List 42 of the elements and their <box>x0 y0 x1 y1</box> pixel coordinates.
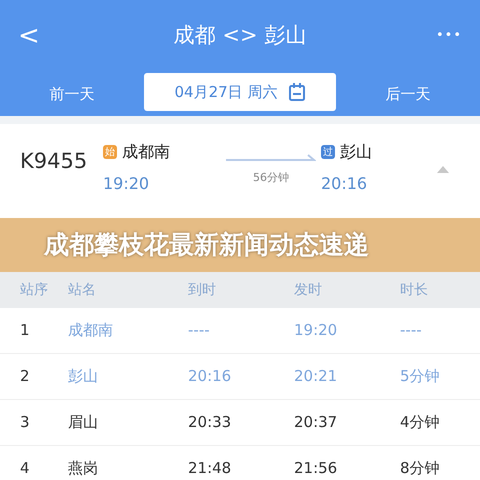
banner-text: 成都攀枝花最新新闻动态速递 <box>44 229 369 262</box>
table-cell-text: 眉山 <box>68 412 99 434</box>
table-cell-text: ---- <box>188 320 211 342</box>
start-badge: 始 <box>103 145 117 159</box>
back-button[interactable]: < <box>18 16 58 56</box>
table-cell-text: 20:37 <box>294 412 338 434</box>
next-day-button[interactable]: 后一天 <box>336 82 480 106</box>
table-cell-text: 5分钟 <box>400 366 441 388</box>
date-picker[interactable]: 04月27日 周六 <box>144 73 336 111</box>
departure-station: 成都南 <box>122 141 170 163</box>
table-cell-text: 成都南 <box>68 320 114 342</box>
column-header: 站序 <box>19 280 49 300</box>
table-cell-text: 4分钟 <box>400 412 441 434</box>
column-header: 时长 <box>400 280 429 300</box>
table-cell-text: 8分钟 <box>400 458 441 480</box>
train-number: K9455 <box>19 148 88 175</box>
calendar-icon <box>289 83 306 101</box>
duration-text: 56分钟 <box>253 170 289 186</box>
departure-time: 19:20 <box>103 173 150 195</box>
column-header: 站名 <box>68 280 97 300</box>
more-button[interactable]: ••• <box>422 26 462 46</box>
table-cell-text: 21:48 <box>188 458 232 480</box>
column-header: 发时 <box>294 280 323 300</box>
collapse-icon[interactable] <box>437 166 449 173</box>
table-cell-text: ---- <box>400 320 423 342</box>
table-cell-text: 3 <box>19 412 31 434</box>
previous-day-button[interactable]: 前一天 <box>0 82 144 106</box>
arrival-station: 彭山 <box>340 141 372 163</box>
table-cell-text: 燕岗 <box>68 458 99 480</box>
table-cell-text: 20:21 <box>294 366 338 388</box>
table-cell-text: 20:16 <box>188 366 232 388</box>
table-cell-text: 1 <box>19 320 31 342</box>
arrival-time: 20:16 <box>321 173 368 195</box>
table-cell-text: 19:20 <box>294 320 338 342</box>
column-header: 到时 <box>188 280 217 300</box>
table-cell-text: 21:56 <box>294 458 338 480</box>
table-cell-text: 20:33 <box>188 412 232 434</box>
table-cell-text: 4 <box>19 458 31 480</box>
table-cell-text: 彭山 <box>68 366 99 388</box>
page-title: 成都 <> 彭山 <box>172 22 308 50</box>
pass-badge: 过 <box>321 145 335 159</box>
table-cell-text: 2 <box>19 366 31 388</box>
